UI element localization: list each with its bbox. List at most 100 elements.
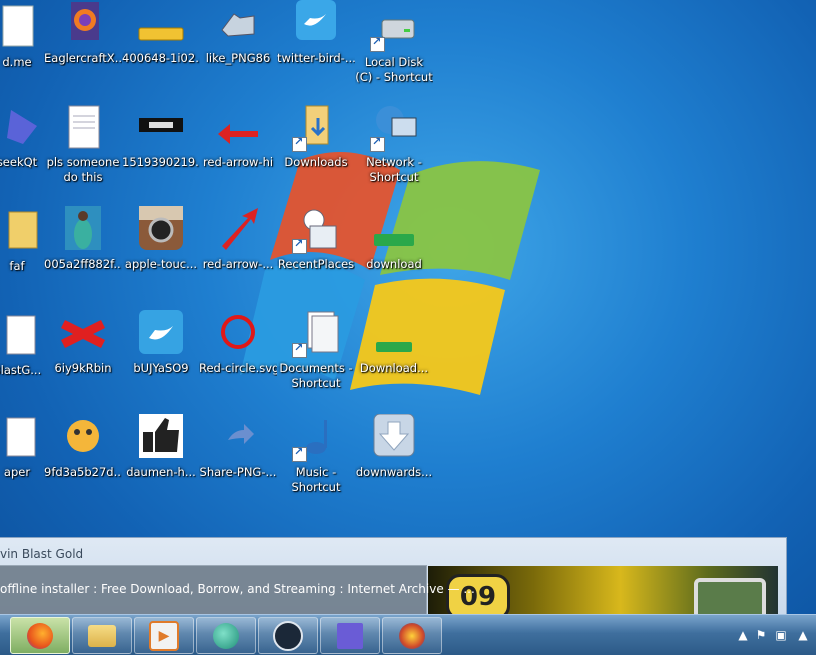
icon-label: RecentPlaces xyxy=(277,257,355,271)
desktop-icon-downwards[interactable]: downwards... xyxy=(355,413,433,480)
taskbar-button-green-app[interactable] xyxy=(196,617,256,654)
instagram-icon xyxy=(137,206,185,254)
icon-label: pls someone do this xyxy=(46,155,120,184)
desktop-icon-downloads[interactable]: Downloads xyxy=(277,104,355,170)
downloads-folder-icon xyxy=(292,104,340,152)
steam-icon xyxy=(273,620,303,651)
taskbar-button-firefox[interactable] xyxy=(10,617,70,654)
twitter-icon xyxy=(292,0,340,48)
icon-label: red-arrow-hi xyxy=(202,155,274,169)
volume-icon[interactable]: ▲ xyxy=(796,628,810,642)
music-note-icon xyxy=(292,414,340,462)
thumbs-up-hand-icon xyxy=(214,0,262,48)
desktop-icon-daumen[interactable]: daumen-h... xyxy=(122,414,200,480)
flag-icon[interactable]: ⚑ xyxy=(754,628,768,642)
text-file-icon xyxy=(59,104,107,152)
icon-label: Music - Shortcut xyxy=(291,465,341,494)
folder-icon xyxy=(0,208,41,256)
network-icon[interactable]: ▣ xyxy=(774,628,788,642)
icon-label: EaglercraftX... xyxy=(44,51,122,65)
desktop-icon-network[interactable]: Network - Shortcut xyxy=(355,104,433,185)
window-preview-title: vin Blast Gold xyxy=(0,547,84,561)
desktop-icon-download[interactable]: download xyxy=(355,206,433,272)
desktop-icon-red-arrow-hi[interactable]: red-arrow-hi xyxy=(199,104,277,170)
media-player-icon: ▶ xyxy=(149,620,179,651)
desktop-icon-pls-someone[interactable]: pls someone do this xyxy=(44,104,122,185)
show-hidden-icons-icon[interactable]: ▲ xyxy=(736,628,750,642)
icon-label: red-arrow-... xyxy=(202,257,274,271)
icon-label: Downloads xyxy=(284,155,348,169)
icon-label: bUJYaSO9 xyxy=(133,361,189,375)
shortcut-arrow-icon xyxy=(292,445,307,462)
icon-label: Network - Shortcut xyxy=(366,155,422,184)
subscribe-button-icon xyxy=(137,0,185,48)
red-x-icon xyxy=(59,310,107,358)
desktop-icon-share-png[interactable]: Share-PNG-... xyxy=(199,414,277,480)
desktop-icon-twitter-bird[interactable]: twitter-bird-... xyxy=(277,0,355,66)
icon-label: 400648-1i02... xyxy=(122,51,200,65)
icon-label: twitter-bird-... xyxy=(277,51,355,65)
desktop-icon-like-png86[interactable]: like_PNG86 xyxy=(199,0,277,66)
icon-label: 005a2ff882f... xyxy=(44,257,122,271)
starburst-game-icon xyxy=(399,622,425,649)
green-download-button-icon xyxy=(370,206,418,254)
icon-label: 9fd3a5b27d... xyxy=(44,465,122,479)
desktop-icon-apple-touch[interactable]: apple-touc... xyxy=(122,206,200,272)
green-circle-app-icon xyxy=(213,622,239,649)
desktop-icon-recentplaces[interactable]: RecentPlaces xyxy=(277,206,355,272)
icon-label: Documents - Shortcut xyxy=(279,361,353,390)
hard-drive-icon xyxy=(370,4,418,52)
icon-label: Red-circle.svg xyxy=(199,361,277,375)
shortcut-arrow-icon xyxy=(292,341,307,358)
red-circle-icon xyxy=(214,310,262,358)
desktop-icon-eaglercraftx[interactable]: EaglercraftX... xyxy=(44,0,122,66)
taskbar-button-file-explorer[interactable] xyxy=(72,617,132,654)
banner-image-icon xyxy=(137,104,185,152)
tab-tooltip-text: offline installer : Free Download, Borro… xyxy=(0,582,475,596)
firefox-html-icon xyxy=(59,0,107,48)
desktop-icon-red-arrow-diag[interactable]: red-arrow-... xyxy=(199,206,277,272)
taskbar-button-media-player[interactable]: ▶ xyxy=(134,617,194,654)
desktop[interactable]: d.me EaglercraftX... 400648-1i02... like… xyxy=(0,0,816,655)
desktop-icon-9fd3a5b27d[interactable]: 9fd3a5b27d... xyxy=(44,414,122,480)
icon-label: Local Disk (C) - Shortcut xyxy=(355,55,433,84)
taskbar-button-blue-bird[interactable] xyxy=(320,617,380,654)
shortcut-arrow-icon xyxy=(292,135,307,152)
photo-person-icon xyxy=(59,206,107,254)
network-globe-icon xyxy=(370,104,418,152)
green-download-small-icon xyxy=(370,310,418,358)
tab-tooltip: offline installer : Free Download, Borro… xyxy=(0,565,475,615)
desktop-icon-local-disk[interactable]: Local Disk (C) - Shortcut xyxy=(355,4,433,85)
desktop-icon-red-circle[interactable]: Red-circle.svg xyxy=(199,310,277,376)
taskbar-button-steam[interactable] xyxy=(258,617,318,654)
documents-icon xyxy=(292,310,340,358)
desktop-icon-1519390219[interactable]: 1519390219... xyxy=(122,104,200,170)
red-diagonal-arrow-icon xyxy=(214,206,262,254)
desktop-icon-6iy9krbin[interactable]: 6iy9kRbin xyxy=(44,310,122,376)
blue-bird-icon xyxy=(0,104,41,152)
icon-label: like_PNG86 xyxy=(205,51,271,65)
icon-label: daumen-h... xyxy=(126,465,196,479)
share-arrow-icon xyxy=(214,414,262,462)
desktop-icon-bujyaso9[interactable]: bUJYaSO9 xyxy=(122,310,200,376)
icon-label: Download... xyxy=(359,361,429,375)
shortcut-arrow-icon xyxy=(370,135,385,152)
folder-icon xyxy=(88,624,116,647)
desktop-icon-005a2ff882f[interactable]: 005a2ff882f... xyxy=(44,206,122,272)
icon-label: Share-PNG-... xyxy=(199,465,277,479)
taskbar[interactable]: ▶ ▲ ⚑ ▣ ▲ xyxy=(0,614,816,655)
system-tray[interactable]: ▲ ⚑ ▣ ▲ xyxy=(726,615,816,655)
icon-label: 1519390219... xyxy=(122,155,200,169)
thumbs-up-black-icon xyxy=(137,414,185,462)
down-arrow-button-icon xyxy=(370,413,418,462)
icon-label: 6iy9kRbin xyxy=(54,361,112,375)
desktop-icon-400648[interactable]: 400648-1i02... xyxy=(122,0,200,66)
desktop-icon-download-small[interactable]: Download... xyxy=(355,310,433,376)
taskbar-button-game[interactable] xyxy=(382,617,442,654)
twitter-square-icon xyxy=(137,310,185,358)
emoji-face-icon xyxy=(59,414,107,462)
desktop-icon-music[interactable]: Music - Shortcut xyxy=(277,414,355,495)
text-file-icon xyxy=(0,414,41,462)
firefox-icon xyxy=(27,622,53,649)
desktop-icon-documents[interactable]: Documents - Shortcut xyxy=(277,310,355,391)
